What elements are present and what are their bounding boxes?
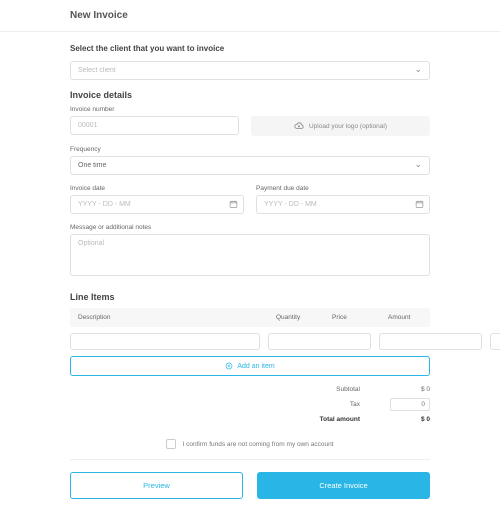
client-select[interactable]	[70, 61, 430, 80]
upload-logo-button[interactable]: Upload your logo (optional)	[251, 116, 430, 136]
subtotal-value: $ 0	[390, 386, 430, 393]
col-amount: Amount	[388, 314, 422, 321]
total-value: $ 0	[390, 416, 430, 423]
total-label: Total amount	[320, 416, 360, 423]
line-item-price-input[interactable]	[379, 333, 482, 350]
notes-label: Message or additional notes	[70, 224, 430, 231]
notes-textarea[interactable]	[70, 234, 430, 276]
invoice-number-input[interactable]	[70, 116, 239, 135]
frequency-select[interactable]	[70, 156, 430, 175]
line-items-title: Line Items	[70, 292, 430, 302]
client-select-input[interactable]	[70, 61, 430, 80]
add-item-button[interactable]: Add an item	[70, 356, 430, 376]
plus-circle-icon	[225, 362, 233, 370]
line-item-row	[70, 333, 430, 350]
tax-label: Tax	[350, 401, 360, 408]
page-header: New Invoice	[0, 0, 500, 32]
payment-due-label: Payment due date	[256, 185, 430, 192]
subtotal-label: Subtotal	[336, 386, 360, 393]
col-quantity: Quantity	[276, 314, 324, 321]
confirm-checkbox[interactable]	[166, 439, 176, 449]
cloud-upload-icon	[294, 121, 304, 131]
invoice-date-label: Invoice date	[70, 185, 244, 192]
calendar-icon	[229, 199, 238, 210]
line-items-header: Description Quantity Price Amount	[70, 308, 430, 327]
details-section-title: Invoice details	[70, 90, 430, 100]
tax-input[interactable]	[390, 398, 430, 411]
col-price: Price	[332, 314, 380, 321]
payment-due-input[interactable]	[256, 195, 430, 214]
frequency-label: Frequency	[70, 146, 430, 153]
calendar-icon	[415, 199, 424, 210]
invoice-date-input[interactable]	[70, 195, 244, 214]
line-item-quantity-input[interactable]	[268, 333, 371, 350]
add-item-label: Add an item	[237, 363, 274, 370]
create-invoice-button[interactable]: Create Invoice	[257, 472, 430, 499]
frequency-value[interactable]	[70, 156, 430, 175]
confirm-label: I confirm funds are not coming from my o…	[182, 441, 333, 448]
upload-logo-label: Upload your logo (optional)	[309, 123, 387, 130]
totals: Subtotal $ 0 Tax Total amount $ 0	[70, 386, 430, 423]
divider	[70, 459, 430, 460]
line-item-description-input[interactable]	[70, 333, 260, 350]
preview-button[interactable]: Preview	[70, 472, 243, 499]
col-description: Description	[78, 314, 268, 321]
page-title: New Invoice	[70, 10, 430, 21]
invoice-number-label: Invoice number	[70, 106, 430, 113]
client-section-title: Select the client that you want to invoi…	[70, 44, 430, 53]
confirm-row: I confirm funds are not coming from my o…	[70, 439, 430, 449]
line-item-amount-input[interactable]	[490, 333, 500, 350]
